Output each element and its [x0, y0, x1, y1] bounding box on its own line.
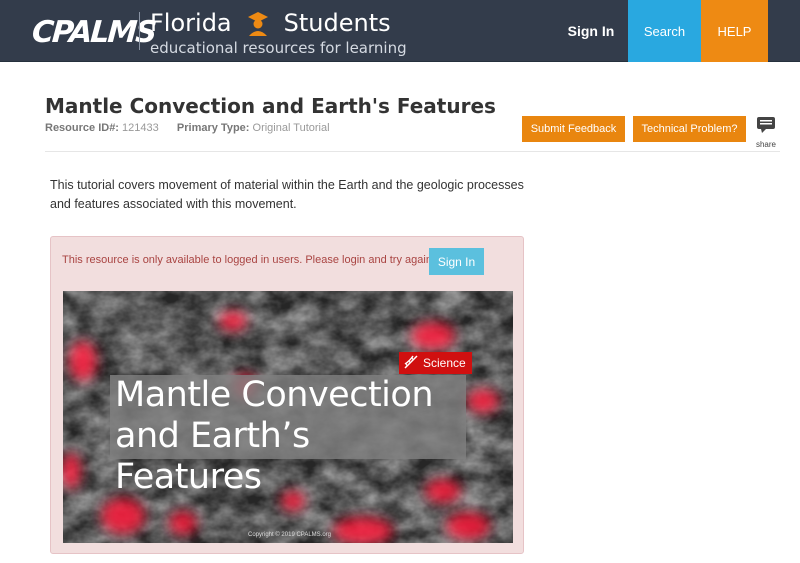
student-graduate-icon [246, 10, 270, 36]
technical-problem-button[interactable]: Technical Problem? [633, 116, 746, 142]
hero-title: Mantle Convection and Earth’s Features [115, 375, 466, 498]
cpalms-logo[interactable]: CPALMS [30, 12, 157, 52]
nav-help-button[interactable]: HELP [701, 0, 768, 62]
top-navigation-bar: CPALMS Florida Students educational reso… [0, 0, 800, 62]
resource-description: This tutorial covers movement of materia… [50, 178, 524, 211]
brand-divider [139, 12, 140, 50]
hero-title-line-2: and Earth’s Features [115, 416, 310, 497]
badge-label: Science [423, 356, 466, 370]
tutorial-preview-image: Science Mantle Convection and Earth’s Fe… [63, 291, 513, 543]
resource-id-value: 121433 [122, 122, 159, 134]
alert-sign-in-button[interactable]: Sign In [429, 248, 484, 275]
share-button[interactable]: share [754, 116, 778, 149]
brand-students: Students [283, 9, 391, 37]
title-divider [45, 151, 780, 152]
nav-search-button[interactable]: Search [628, 0, 701, 62]
logo-text: CPALMS [30, 14, 157, 50]
speech-bubble-icon [756, 117, 776, 138]
science-badge: Science [399, 352, 472, 374]
submit-feedback-button[interactable]: Submit Feedback [522, 116, 625, 142]
login-required-alert: This resource is only available to logge… [50, 236, 524, 554]
hero-title-line-1: Mantle Convection [115, 375, 434, 415]
dna-icon [403, 354, 419, 373]
share-label: share [755, 140, 776, 149]
resource-id-label: Resource ID#: [45, 122, 119, 134]
nav-sign-in-link[interactable]: Sign In [556, 0, 626, 62]
brand-block: Florida Students educational resources f… [150, 8, 407, 57]
brand-tagline: educational resources for learning [150, 39, 407, 57]
hero-copyright: Copyright © 2019 CPALMS.org [248, 532, 332, 538]
primary-type-label: Primary Type: [176, 122, 250, 134]
hero-title-overlay: Mantle Convection and Earth’s Features [110, 375, 466, 497]
resource-meta: Resource ID#: 121433 Primary Type: Origi… [45, 122, 330, 134]
page-title: Mantle Convection and Earth's Features [45, 94, 496, 118]
alert-message: This resource is only available to logge… [62, 254, 435, 266]
brand-florida: Florida [150, 9, 232, 37]
primary-type-value: Original Tutorial [252, 122, 330, 134]
